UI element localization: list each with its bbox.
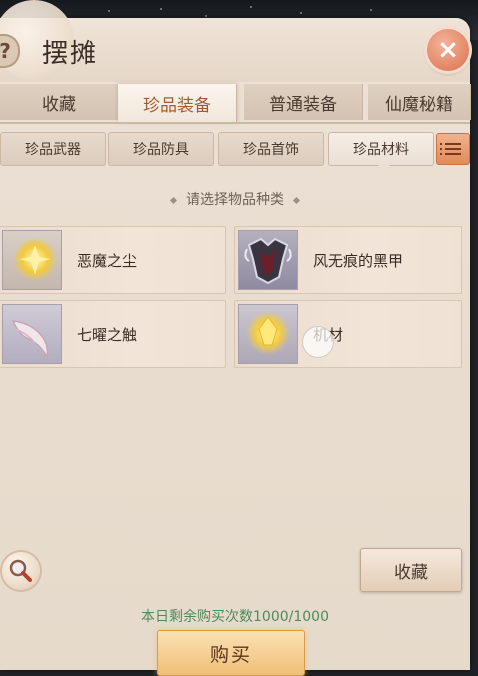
silver-horn-icon bbox=[2, 304, 62, 364]
search-icon bbox=[9, 559, 32, 582]
diamond-icon bbox=[292, 196, 301, 204]
category-item[interactable]: 恶魔之尘 bbox=[0, 226, 226, 294]
sub-tabs: 珍品武器 珍品防具 珍品首饰 珍品材料 bbox=[0, 132, 470, 166]
section-title-text: 请选择物品种类 bbox=[186, 192, 284, 208]
black-armor-icon bbox=[238, 230, 298, 290]
star-dot bbox=[370, 9, 372, 11]
category-item[interactable]: 机材 bbox=[234, 300, 462, 368]
list-icon bbox=[440, 153, 461, 155]
tab-secret-books[interactable]: 仙魔秘籍 bbox=[368, 84, 471, 120]
star-dot bbox=[108, 10, 110, 12]
category-label: 恶魔之尘 bbox=[77, 252, 138, 270]
star-dot bbox=[250, 6, 252, 8]
favorite-button[interactable]: 收藏 bbox=[360, 548, 462, 592]
remaining-purchases: 本日剩余购买次数1000/1000 bbox=[141, 609, 329, 625]
tabs-divider bbox=[0, 122, 470, 124]
tab-rare-equipment[interactable]: 珍品装备 bbox=[118, 84, 237, 122]
star-dot bbox=[205, 15, 207, 17]
category-label: 七曜之触 bbox=[77, 326, 138, 344]
subtab-rare-materials[interactable]: 珍品材料 bbox=[328, 132, 434, 166]
subtab-rare-weapons[interactable]: 珍品武器 bbox=[0, 132, 106, 166]
close-icon: × bbox=[437, 35, 459, 65]
golden-dust-icon bbox=[2, 230, 62, 290]
active-subtab-pointer bbox=[378, 165, 390, 171]
touch-indicator bbox=[302, 326, 334, 358]
list-icon bbox=[440, 148, 461, 150]
section-title: 请选择物品种类 bbox=[0, 189, 470, 209]
list-view-button[interactable] bbox=[436, 133, 470, 165]
close-button[interactable]: × bbox=[427, 29, 469, 71]
list-icon bbox=[440, 143, 461, 145]
search-button[interactable] bbox=[2, 552, 40, 590]
category-item[interactable]: 七曜之触 bbox=[0, 300, 226, 368]
main-tabs: 收藏 珍品装备 普通装备 仙魔秘籍 bbox=[0, 84, 471, 122]
star-dot bbox=[300, 12, 302, 14]
diamond-icon bbox=[169, 196, 178, 204]
star-dot bbox=[160, 8, 162, 10]
tab-favorites[interactable]: 收藏 bbox=[0, 84, 119, 120]
page-title: 摆摊 bbox=[42, 39, 99, 69]
golden-crystal-icon bbox=[238, 304, 298, 364]
category-label: 风无痕的黑甲 bbox=[313, 252, 404, 270]
tab-normal-equipment[interactable]: 普通装备 bbox=[244, 84, 363, 120]
category-item[interactable]: 风无痕的黑甲 bbox=[234, 226, 462, 294]
subtab-rare-jewelry[interactable]: 珍品首饰 bbox=[218, 132, 324, 166]
buy-button[interactable]: 购买 bbox=[157, 630, 305, 676]
subtab-rare-armor[interactable]: 珍品防具 bbox=[108, 132, 214, 166]
